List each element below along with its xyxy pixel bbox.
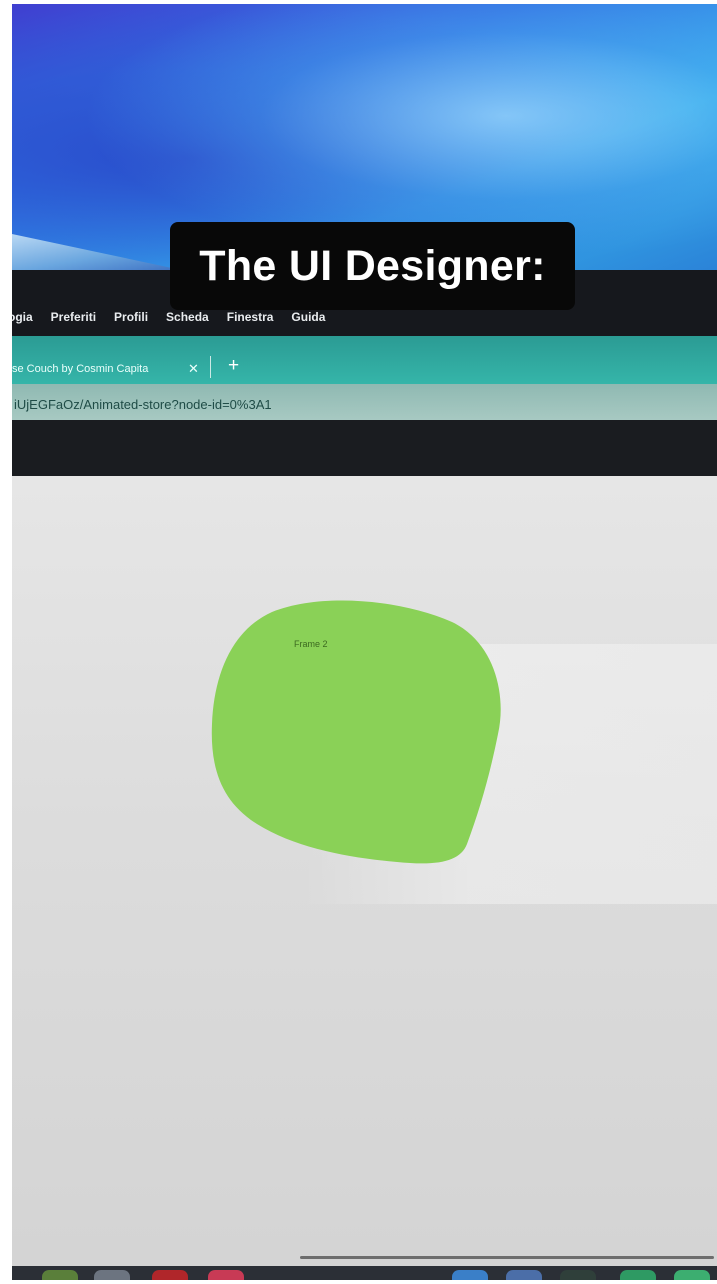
video-caption: The UI Designer: [170, 222, 575, 310]
dock-app-icon[interactable] [506, 1270, 542, 1280]
menu-item-cronologia[interactable]: ogia [12, 310, 33, 324]
dock-app-icon[interactable] [560, 1270, 596, 1280]
menu-item-guida[interactable]: Guida [291, 310, 325, 324]
browser-tab[interactable]: se Couch by Cosmin Capita ✕ [12, 354, 212, 384]
menu-item-scheda[interactable]: Scheda [166, 310, 209, 324]
menu-item-preferiti[interactable]: Preferiti [51, 310, 96, 324]
figma-toolbar [12, 420, 717, 476]
green-blob-shape[interactable] [202, 594, 502, 869]
menu-item-finestra[interactable]: Finestra [227, 310, 274, 324]
dock-app-icon[interactable] [94, 1270, 130, 1280]
tab-title: se Couch by Cosmin Capita [12, 363, 149, 375]
dock-app-icon[interactable] [208, 1270, 244, 1280]
frame-label: Frame 2 [294, 639, 328, 649]
url-text[interactable]: iUjEGFaOz/Animated-store?node-id=0%3A1 [14, 397, 272, 412]
dock-app-icon[interactable] [674, 1270, 710, 1280]
dock-app-icon[interactable] [452, 1270, 488, 1280]
dock-app-icon[interactable] [152, 1270, 188, 1280]
horizontal-scrollbar[interactable] [300, 1256, 714, 1259]
tab-divider [210, 356, 211, 378]
dock-app-icon[interactable] [42, 1270, 78, 1280]
menu-items: ogia Preferiti Profili Scheda Finestra G… [12, 310, 325, 324]
new-tab-button[interactable]: + [228, 354, 239, 378]
close-icon[interactable]: ✕ [188, 361, 199, 377]
menu-item-profili[interactable]: Profili [114, 310, 148, 324]
phone-photo-frame: ogia Preferiti Profili Scheda Finestra G… [12, 4, 717, 1280]
dock-app-icon[interactable] [620, 1270, 656, 1280]
